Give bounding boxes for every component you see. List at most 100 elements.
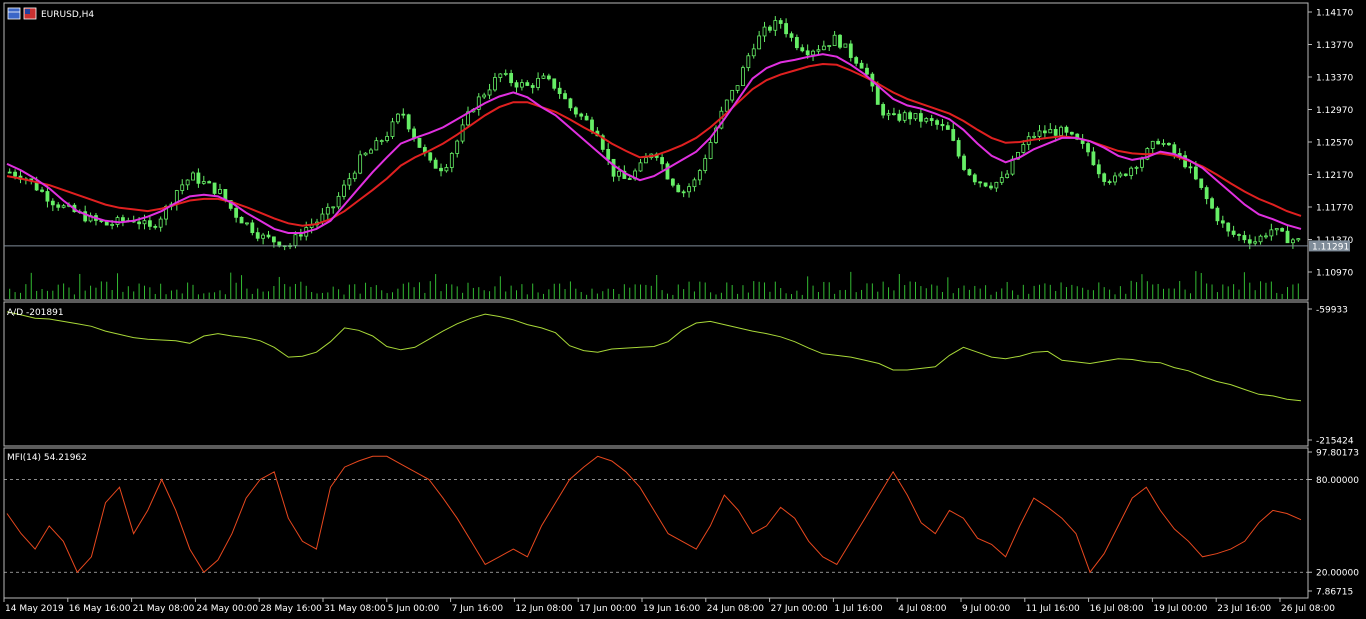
candle-body (1220, 220, 1225, 224)
candle-body (13, 171, 17, 177)
candle-body (428, 152, 433, 161)
candle-body (972, 174, 977, 183)
candle-body (493, 77, 497, 91)
candle-body (956, 140, 961, 157)
candle-body (50, 200, 55, 206)
candle-body (859, 62, 864, 69)
candle-body (676, 184, 681, 193)
candle-body (417, 137, 422, 148)
candle-body (1107, 181, 1112, 183)
candle-body (331, 206, 336, 209)
candle-body (1123, 173, 1128, 176)
candle-body (358, 154, 363, 174)
candle-body (1113, 175, 1117, 183)
candle-body (121, 217, 125, 222)
candle-body (687, 186, 691, 193)
candle-body (935, 120, 939, 125)
candle-body (606, 148, 611, 160)
mfi-tick-3: 7.86715 (1316, 588, 1353, 598)
candle-body (611, 158, 616, 177)
candle-body (336, 195, 341, 208)
candle-body (234, 207, 239, 218)
candle-body (487, 89, 492, 96)
candle-body (999, 177, 1004, 183)
candle-body (746, 55, 751, 69)
candle-body (994, 181, 999, 189)
candle-body (514, 82, 519, 88)
candle-body (838, 34, 842, 48)
candle-body (503, 73, 508, 75)
candle-body (449, 153, 454, 168)
candle-body (1296, 238, 1301, 241)
candle-body (1096, 164, 1101, 175)
candle-body (983, 182, 988, 187)
price-tick-6: 1.11770 (1316, 204, 1353, 214)
candle-body (552, 78, 557, 89)
candle-body (579, 113, 584, 117)
candle-body (218, 189, 222, 194)
candle-body (821, 45, 826, 51)
candle-body (1134, 166, 1139, 169)
candle-body (196, 172, 201, 184)
candle-body (536, 77, 540, 88)
candle-body (1053, 129, 1058, 136)
window-icon (7, 7, 21, 20)
candle-body (153, 225, 158, 228)
candle-body (266, 234, 271, 238)
trading-chart[interactable]: 1.14170 1.13770 1.13370 1.12970 1.12570 1.121… (0, 0, 1366, 619)
candle-body (1059, 126, 1063, 136)
candle-body (455, 140, 460, 154)
time-tick-9: 17 Jun 00:00 (579, 604, 636, 614)
candle-body (881, 104, 886, 116)
mfi-indicator-title: MFI(14) 54.21962 (7, 453, 87, 463)
candle-body (897, 113, 902, 121)
candle-body (665, 163, 670, 180)
mfi-tick-1: 80.00000 (1316, 476, 1359, 486)
candle-body (590, 119, 594, 132)
mfi-tick-2: 20.00000 (1316, 569, 1359, 579)
symbol-timeframe-label: EURUSD,H4 (41, 10, 94, 20)
candle-body (1064, 126, 1069, 133)
candle-body (1237, 234, 1241, 236)
candle-body (239, 216, 244, 224)
candle-body (584, 115, 589, 121)
candle-body (913, 113, 918, 120)
time-tick-0: 14 May 2019 (5, 604, 64, 614)
time-tick-10: 19 Jun 16:00 (643, 604, 700, 614)
candle-body (692, 179, 697, 188)
candle-body (978, 181, 983, 184)
candle-body (1280, 228, 1285, 232)
candle-body (390, 121, 395, 137)
candle-body (546, 75, 551, 80)
candle-body (843, 43, 848, 48)
time-tick-13: 1 Jul 16:00 (834, 604, 883, 614)
candle-body (363, 152, 368, 156)
candle-body (525, 82, 530, 86)
candle-body (61, 205, 66, 208)
candle-body (1140, 158, 1144, 168)
candle-body (1161, 142, 1166, 145)
candle-body (185, 179, 190, 186)
candle-body (158, 218, 163, 228)
candle-body (886, 113, 891, 116)
candle-body (1253, 241, 1258, 244)
candle-body (137, 221, 141, 225)
time-tick-4: 28 May 16:00 (260, 604, 322, 614)
time-tick-2: 21 May 08:00 (133, 604, 195, 614)
candle-body (908, 112, 913, 120)
candle-body (827, 45, 832, 47)
candle-body (395, 113, 400, 123)
candle-body (557, 87, 562, 94)
candle-body (261, 234, 266, 239)
candle-body (627, 178, 632, 180)
candle-body (1042, 130, 1047, 134)
candle-body (325, 206, 330, 215)
time-tick-17: 16 Jul 08:00 (1090, 604, 1144, 614)
candle-body (741, 67, 745, 87)
candle-body (568, 98, 573, 109)
candle-body (670, 178, 675, 186)
candle-body (255, 232, 260, 239)
candle-body (794, 37, 799, 49)
candle-body (902, 112, 907, 121)
candle-body (498, 73, 503, 78)
